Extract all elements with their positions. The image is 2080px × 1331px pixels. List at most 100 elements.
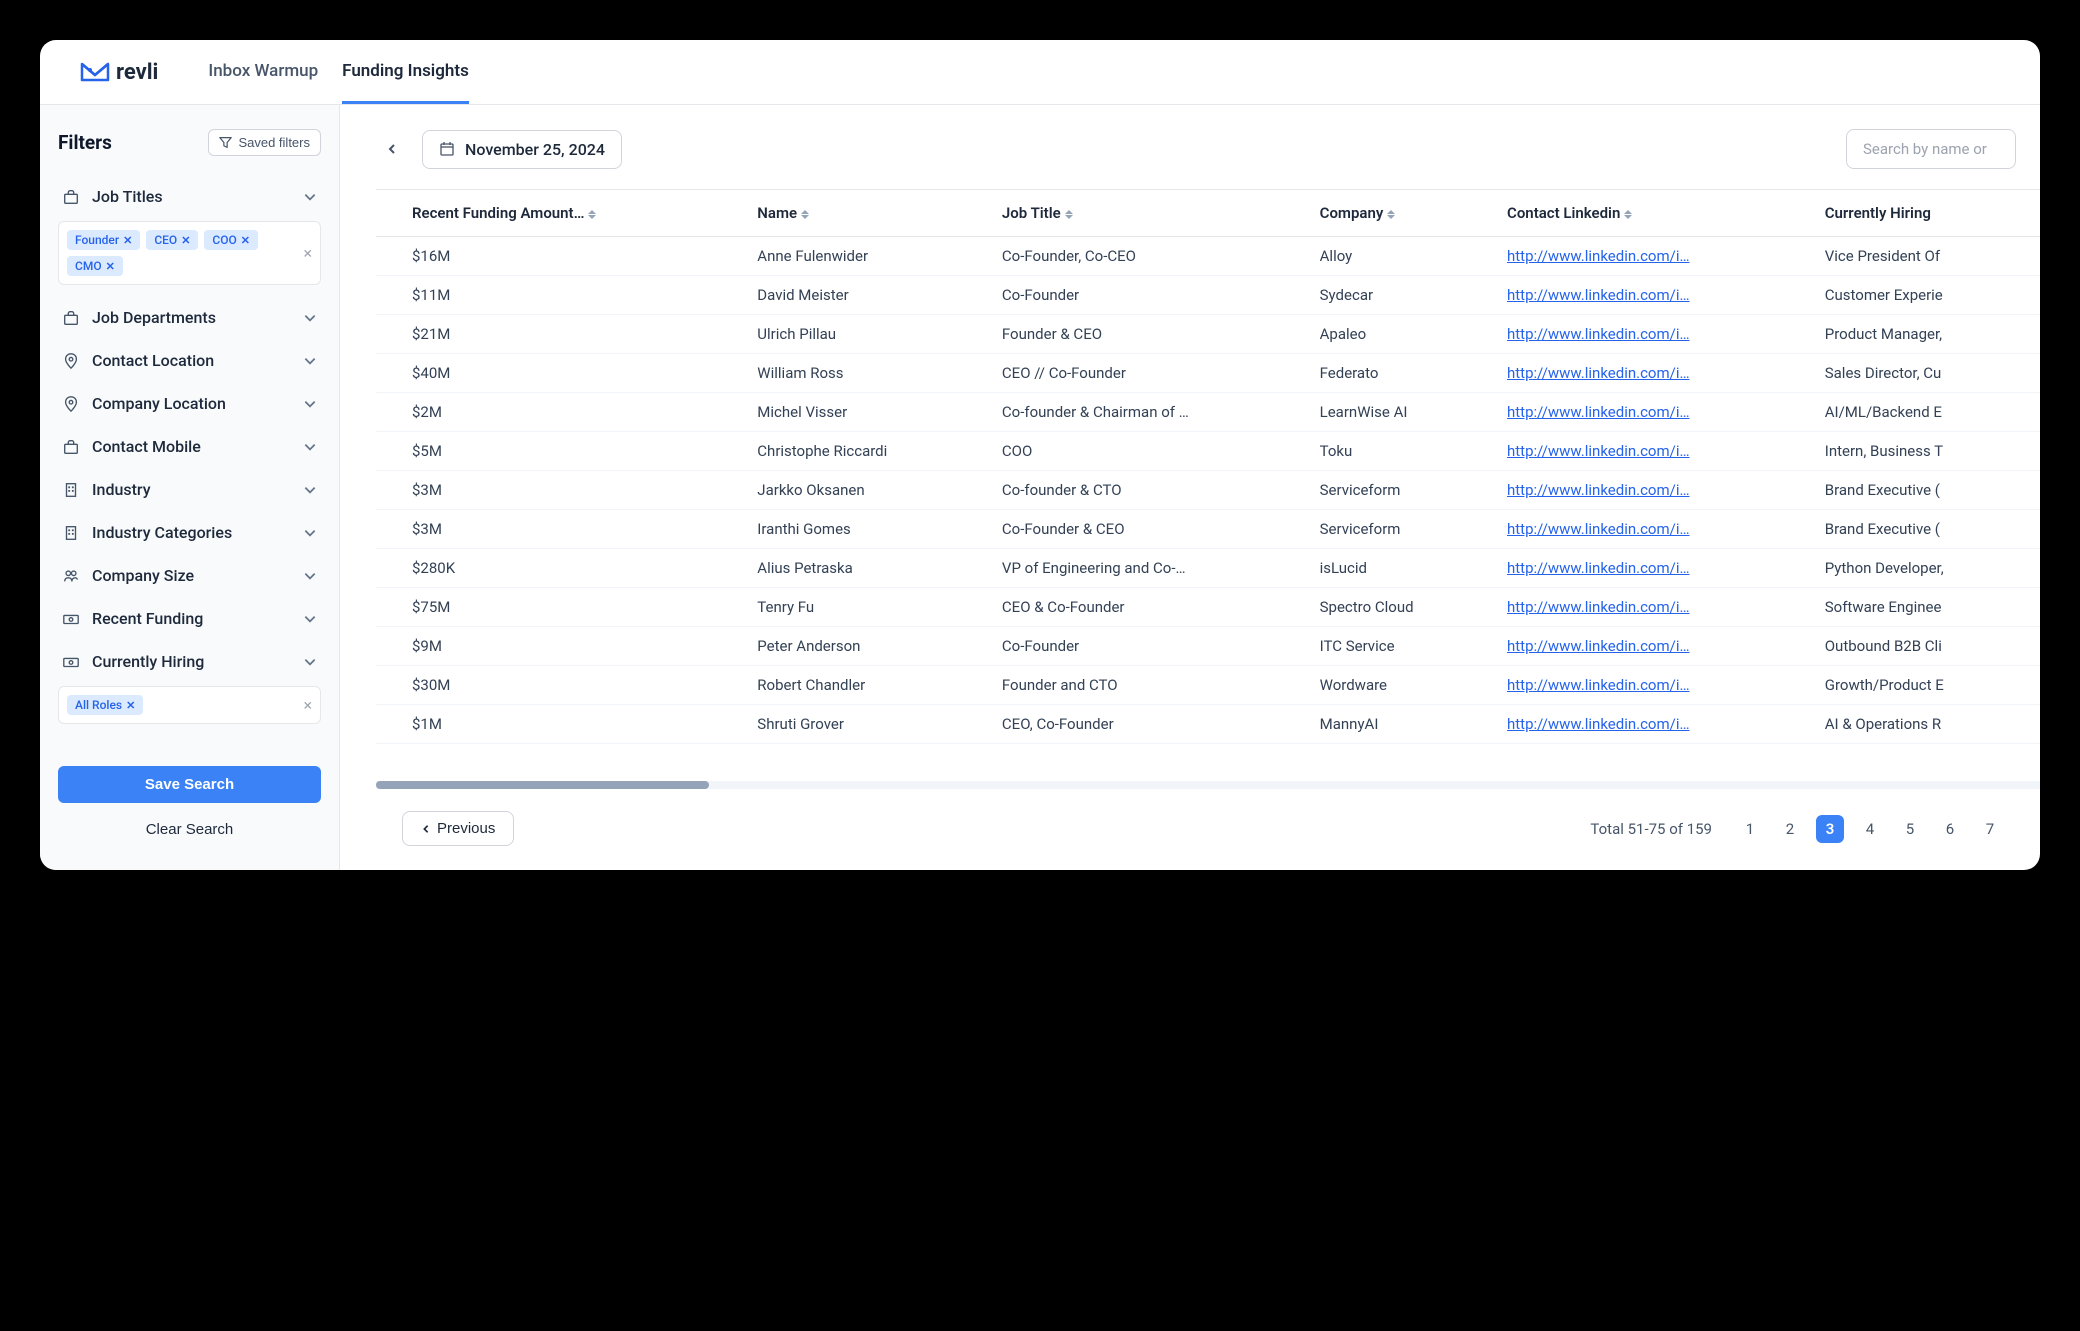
table-row[interactable]: $75MTenry FuCEO & Co-FounderSpectro Clou…: [376, 588, 2040, 627]
linkedin-link[interactable]: http://www.linkedin.com/i…: [1507, 715, 1690, 733]
filter-row-industry-categories[interactable]: Industry Categories: [58, 512, 321, 553]
cell-funding: $9M: [376, 627, 745, 666]
tag-remove-icon[interactable]: ✕: [123, 234, 132, 247]
linkedin-link[interactable]: http://www.linkedin.com/i…: [1507, 559, 1690, 577]
tag-remove-icon[interactable]: ✕: [106, 260, 115, 273]
cell-linkedin: http://www.linkedin.com/i…: [1495, 666, 1813, 705]
filter-contact-location: Contact Location: [58, 340, 321, 381]
table-row[interactable]: $5MChristophe RiccardiCOOTokuhttp://www.…: [376, 432, 2040, 471]
col-name[interactable]: Name: [745, 190, 990, 237]
chevron-down-icon: [303, 526, 317, 540]
cell-name: Michel Visser: [745, 393, 990, 432]
col-linkedin[interactable]: Contact Linkedin: [1495, 190, 1813, 237]
filter-row-recent-funding[interactable]: Recent Funding: [58, 598, 321, 639]
page-number[interactable]: 6: [1936, 815, 1964, 843]
filter-recent-funding: Recent Funding: [58, 598, 321, 639]
table-row[interactable]: $21MUlrich PillauFounder & CEOApaleohttp…: [376, 315, 2040, 354]
linkedin-link[interactable]: http://www.linkedin.com/i…: [1507, 598, 1690, 616]
table-row[interactable]: $16MAnne FulenwiderCo-Founder, Co-CEOAll…: [376, 237, 2040, 276]
saved-filters-button[interactable]: Saved filters: [208, 129, 321, 156]
col-company[interactable]: Company: [1308, 190, 1495, 237]
cell-hiring: Customer Experie: [1813, 276, 2040, 315]
filter-row-contact-mobile[interactable]: Contact Mobile: [58, 426, 321, 467]
table-row[interactable]: $30MRobert ChandlerFounder and CTOWordwa…: [376, 666, 2040, 705]
table-row[interactable]: $280KAlius PetraskaVP of Engineering and…: [376, 549, 2040, 588]
linkedin-link[interactable]: http://www.linkedin.com/i…: [1507, 325, 1690, 343]
table-row[interactable]: $1MShruti GroverCEO, Co-FounderMannyAIht…: [376, 705, 2040, 744]
linkedin-link[interactable]: http://www.linkedin.com/i…: [1507, 364, 1690, 382]
hiring-tagbox[interactable]: All Roles ✕ ×: [58, 686, 321, 724]
cell-linkedin: http://www.linkedin.com/i…: [1495, 588, 1813, 627]
tag-remove-icon[interactable]: ✕: [241, 234, 250, 247]
filter-row-job-titles[interactable]: Job Titles: [58, 176, 321, 217]
scrollbar-thumb[interactable]: [376, 781, 709, 789]
filter-label: Currently Hiring: [92, 652, 291, 671]
close-icon[interactable]: ×: [303, 696, 312, 715]
page-number[interactable]: 7: [1976, 815, 2004, 843]
page-number[interactable]: 5: [1896, 815, 1924, 843]
tag-remove-icon[interactable]: ✕: [181, 234, 190, 247]
search-input[interactable]: Search by name or: [1846, 129, 2016, 169]
filter-company-location: Company Location: [58, 383, 321, 424]
cell-hiring: Product Manager,: [1813, 315, 2040, 354]
pagination: Previous Total 51-75 of 159 1234567: [376, 789, 2040, 846]
logo-text: revli: [116, 60, 158, 85]
page-number[interactable]: 4: [1856, 815, 1884, 843]
cell-job-title: Co-Founder: [990, 627, 1308, 666]
job-titles-tagbox[interactable]: Founder ✕ CEO ✕ COO ✕ CMO ✕ ×: [58, 221, 321, 285]
filter-tag[interactable]: CEO ✕: [146, 230, 198, 250]
col-job-title[interactable]: Job Title: [990, 190, 1308, 237]
cell-job-title: CEO // Co-Founder: [990, 354, 1308, 393]
filters-title: Filters: [58, 131, 112, 154]
horizontal-scrollbar[interactable]: [376, 781, 2040, 789]
table-row[interactable]: $3MJarkko OksanenCo-founder & CTOService…: [376, 471, 2040, 510]
tab-funding-insights[interactable]: Funding Insights: [342, 40, 469, 104]
table-row[interactable]: $11MDavid MeisterCo-FounderSydecarhttp:/…: [376, 276, 2040, 315]
table-row[interactable]: $3MIranthi GomesCo-Founder & CEOServicef…: [376, 510, 2040, 549]
linkedin-link[interactable]: http://www.linkedin.com/i…: [1507, 676, 1690, 694]
filter-row-industry[interactable]: Industry: [58, 469, 321, 510]
linkedin-link[interactable]: http://www.linkedin.com/i…: [1507, 442, 1690, 460]
cell-job-title: Co-Founder, Co-CEO: [990, 237, 1308, 276]
save-search-button[interactable]: Save Search: [58, 766, 321, 803]
filter-row-currently-hiring[interactable]: Currently Hiring: [58, 641, 321, 682]
tab-inbox-warmup[interactable]: Inbox Warmup: [208, 40, 318, 104]
col-hiring[interactable]: Currently Hiring: [1813, 190, 2040, 237]
filter-row-contact-location[interactable]: Contact Location: [58, 340, 321, 381]
linkedin-link[interactable]: http://www.linkedin.com/i…: [1507, 637, 1690, 655]
page-number[interactable]: 3: [1816, 815, 1844, 843]
clear-search-button[interactable]: Clear Search: [58, 813, 321, 846]
toolbar: November 25, 2024 Search by name or: [376, 129, 2040, 169]
filter-tag[interactable]: Founder ✕: [67, 230, 140, 250]
cell-funding: $21M: [376, 315, 745, 354]
prev-date-button[interactable]: [376, 133, 408, 165]
table-row[interactable]: $2MMichel VisserCo-founder & Chairman of…: [376, 393, 2040, 432]
cell-funding: $3M: [376, 471, 745, 510]
date-picker[interactable]: November 25, 2024: [422, 130, 622, 169]
linkedin-link[interactable]: http://www.linkedin.com/i…: [1507, 247, 1690, 265]
logo[interactable]: revli: [80, 60, 158, 85]
linkedin-link[interactable]: http://www.linkedin.com/i…: [1507, 481, 1690, 499]
linkedin-link[interactable]: http://www.linkedin.com/i…: [1507, 403, 1690, 421]
building-icon: [62, 481, 80, 499]
tag-remove-icon[interactable]: ✕: [126, 699, 135, 712]
filter-tag[interactable]: All Roles ✕: [67, 695, 143, 715]
table-row[interactable]: $40MWilliam RossCEO // Co-FounderFederat…: [376, 354, 2040, 393]
linkedin-link[interactable]: http://www.linkedin.com/i…: [1507, 286, 1690, 304]
page-number[interactable]: 1: [1736, 815, 1764, 843]
close-icon[interactable]: ×: [303, 244, 312, 263]
cell-job-title: Founder and CTO: [990, 666, 1308, 705]
page-number[interactable]: 2: [1776, 815, 1804, 843]
table-row[interactable]: $9MPeter AndersonCo-FounderITC Serviceht…: [376, 627, 2040, 666]
cell-job-title: Co-Founder & CEO: [990, 510, 1308, 549]
linkedin-link[interactable]: http://www.linkedin.com/i…: [1507, 520, 1690, 538]
col-funding[interactable]: Recent Funding Amount…: [376, 190, 745, 237]
cell-job-title: VP of Engineering and Co-…: [990, 549, 1308, 588]
filter-row-job-departments[interactable]: Job Departments: [58, 297, 321, 338]
filter-tag[interactable]: CMO ✕: [67, 256, 123, 276]
filter-tag[interactable]: COO ✕: [204, 230, 258, 250]
filter-row-company-location[interactable]: Company Location: [58, 383, 321, 424]
filter-row-company-size[interactable]: Company Size: [58, 555, 321, 596]
previous-button[interactable]: Previous: [402, 811, 514, 846]
page-numbers: 1234567: [1736, 815, 2004, 843]
